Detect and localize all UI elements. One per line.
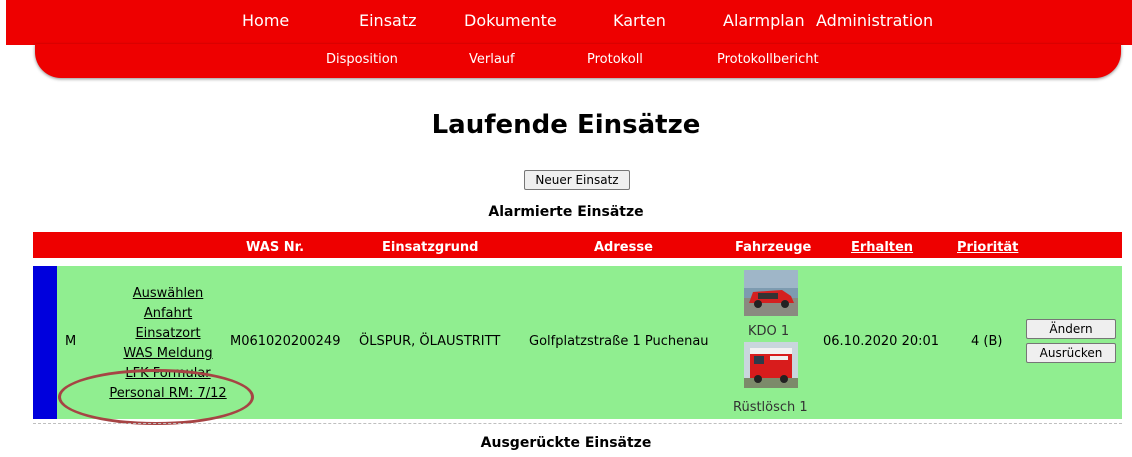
new-incident-button[interactable]: Neuer Einsatz xyxy=(524,170,630,190)
was-number: M061020200249 xyxy=(230,334,341,349)
edit-button[interactable]: Ändern xyxy=(1026,319,1116,339)
link-einsatzort[interactable]: Einsatzort xyxy=(85,324,251,344)
priority: 4 (B) xyxy=(971,334,1003,349)
nav-home[interactable]: Home xyxy=(242,11,289,30)
row-divider xyxy=(33,423,1122,424)
col-einsatzgrund: Einsatzgrund xyxy=(382,240,479,255)
col-erhalten-sort[interactable]: Erhalten xyxy=(851,240,913,255)
vehicle-label-kdo: KDO 1 xyxy=(748,324,790,339)
received-time: 06.10.2020 20:01 xyxy=(823,334,940,349)
address: Golfplatzstraße 1 Puchenau xyxy=(529,334,709,349)
nav-disposition[interactable]: Disposition xyxy=(326,52,398,67)
nav-protokollbericht[interactable]: Protokollbericht xyxy=(717,52,819,67)
nav-einsatz[interactable]: Einsatz xyxy=(359,11,417,30)
table-header: WAS Nr. Einsatzgrund Adresse Fahrzeuge E… xyxy=(33,232,1122,258)
nav-dokumente[interactable]: Dokumente xyxy=(464,11,557,30)
highlight-ellipse xyxy=(58,369,254,425)
vehicle-label-ruestloesch: Rüstlösch 1 xyxy=(733,400,808,415)
nav-verlauf[interactable]: Verlauf xyxy=(469,52,515,67)
link-anfahrt[interactable]: Anfahrt xyxy=(85,304,251,324)
page-title: Laufende Einsätze xyxy=(431,110,701,140)
col-was: WAS Nr. xyxy=(246,240,305,255)
nav-karten[interactable]: Karten xyxy=(613,11,666,30)
nav-protokoll[interactable]: Protokoll xyxy=(587,52,643,67)
link-auswaehlen[interactable]: Auswählen xyxy=(85,284,251,304)
nav-alarmplan[interactable]: Alarmplan xyxy=(723,11,805,30)
dispatched-incidents-title: Ausgerückte Einsätze xyxy=(480,435,652,451)
einsatzgrund: ÖLSPUR, ÖLAUSTRITT xyxy=(359,334,501,349)
col-prioritaet-sort[interactable]: Priorität xyxy=(957,240,1018,255)
nav-administration[interactable]: Administration xyxy=(816,11,933,30)
col-adresse: Adresse xyxy=(594,240,653,255)
sub-nav-bar xyxy=(35,44,1121,78)
status-marker xyxy=(33,266,57,419)
link-was-meldung[interactable]: WAS Meldung xyxy=(85,344,251,364)
main-nav-bar xyxy=(6,0,1132,45)
alarmed-incidents-title: Alarmierte Einsätze xyxy=(488,204,644,220)
incident-type: M xyxy=(65,334,77,349)
vehicle-kdo-photo xyxy=(744,270,798,316)
dispatch-button[interactable]: Ausrücken xyxy=(1026,343,1116,363)
col-fahrzeuge: Fahrzeuge xyxy=(735,240,812,255)
vehicle-ruestloesch-photo xyxy=(744,342,798,388)
